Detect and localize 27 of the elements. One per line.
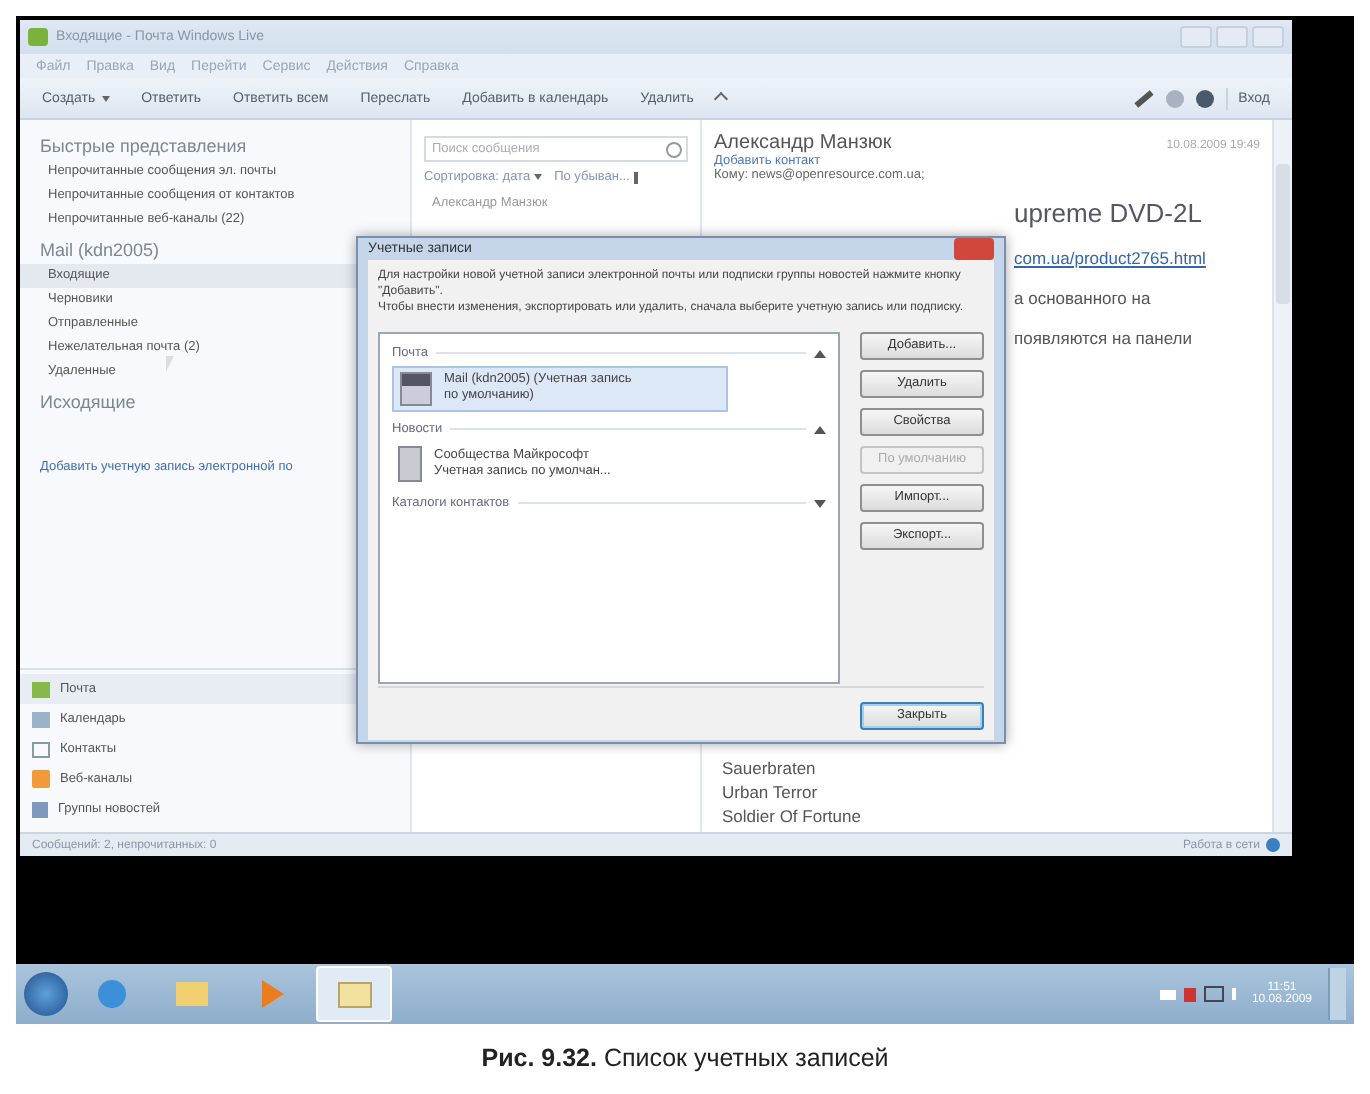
close-button[interactable] — [1252, 26, 1284, 48]
section-heading: Быстрые представления — [38, 134, 249, 160]
message-link[interactable]: com.ua/product2765.html — [1014, 248, 1206, 268]
pen-icon[interactable] — [1134, 89, 1154, 107]
scrollbar-thumb[interactable] — [1276, 164, 1290, 304]
taskbar-button[interactable] — [316, 966, 392, 1022]
folder-icon — [176, 982, 208, 1006]
show-desktop-button[interactable] — [1328, 968, 1346, 1020]
play-icon — [261, 980, 283, 1008]
message-text: Urban Terror — [722, 780, 820, 804]
caret-icon — [534, 174, 543, 180]
start-button[interactable] — [24, 972, 68, 1016]
collapse-icon[interactable] — [814, 349, 826, 357]
sender-name: Александр Манзюк — [714, 132, 892, 154]
close-button[interactable] — [954, 238, 994, 260]
minimize-button[interactable] — [1180, 26, 1212, 48]
scrollbar[interactable] — [1272, 120, 1292, 832]
caret-icon — [101, 95, 110, 101]
message-text: Soldier Of Fortune — [722, 804, 863, 828]
message-text: Sauerbraten — [722, 756, 818, 780]
message-text: появляются на панели — [1014, 328, 1192, 348]
message-text: а основанного на — [1014, 288, 1151, 308]
expand-icon[interactable] — [814, 499, 826, 507]
message-subject: upreme DVD-2L — [1014, 198, 1202, 228]
figure-caption: Рис. 9.32. Список учетных записей — [479, 1044, 891, 1072]
maximize-button[interactable] — [1216, 26, 1248, 48]
collapse-icon[interactable] — [814, 425, 826, 433]
